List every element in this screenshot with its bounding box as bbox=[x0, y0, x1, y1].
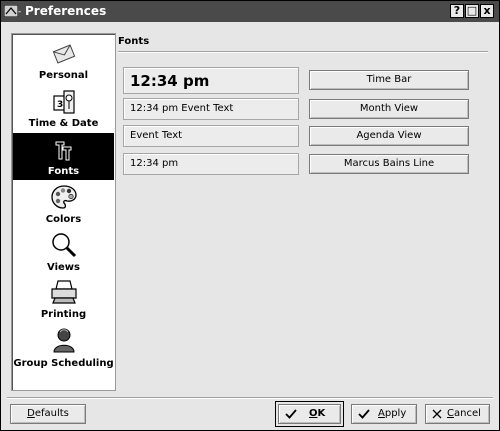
palette-icon bbox=[50, 185, 77, 209]
defaults-mnemonic: D bbox=[27, 408, 35, 419]
sidebar-item-colors[interactable]: Colors bbox=[13, 181, 114, 227]
sidebar-item-label: Views bbox=[47, 262, 80, 273]
close-button[interactable]: x bbox=[480, 4, 494, 18]
section-divider bbox=[118, 51, 488, 53]
sidebar-item-label: Printing bbox=[40, 309, 87, 320]
maximize-button[interactable]: □ bbox=[465, 4, 479, 18]
marcus-bains-line-font-button[interactable]: Marcus Bains Line bbox=[309, 154, 469, 174]
preview-text: Event Text bbox=[130, 130, 183, 141]
ok-mnemonic: O bbox=[309, 408, 318, 419]
time-bar-font-button[interactable]: Time Bar bbox=[309, 70, 469, 90]
time-bar-font-preview: 12:34 pm bbox=[123, 67, 299, 94]
ok-button[interactable]: OK bbox=[278, 404, 341, 424]
apply-label: Apply bbox=[378, 405, 406, 423]
sidebar-item-label: Time & Date bbox=[28, 118, 99, 129]
preview-text: 12:34 pm bbox=[130, 72, 210, 90]
sidebar-item-printing[interactable]: Printing bbox=[13, 276, 114, 322]
sidebar-item-personal[interactable]: Personal bbox=[13, 37, 114, 84]
title-bar[interactable]: - Preferences ? □ x bbox=[1, 1, 499, 22]
help-button[interactable]: ? bbox=[450, 4, 464, 18]
defaults-button[interactable]: Defaults bbox=[10, 404, 86, 424]
envelope-icon bbox=[52, 44, 75, 64]
marcus-bains-font-preview: 12:34 pm bbox=[123, 153, 299, 175]
sidebar-item-fonts[interactable]: Fonts bbox=[13, 133, 114, 180]
person-icon bbox=[52, 328, 75, 353]
apply-label-rest: pply bbox=[384, 408, 407, 419]
sidebar-item-label: Fonts bbox=[47, 166, 80, 177]
svg-text:3: 3 bbox=[57, 100, 63, 110]
defaults-label: efaults bbox=[34, 408, 69, 419]
apply-mnemonic: A bbox=[378, 408, 385, 419]
category-sidebar: Personal 3 Time & Date Fonts Colors View… bbox=[11, 33, 116, 391]
checkmark-icon bbox=[358, 409, 370, 419]
ok-label-rest: K bbox=[317, 408, 326, 419]
apply-button[interactable]: Apply bbox=[351, 404, 417, 424]
cancel-label: Cancel bbox=[447, 405, 481, 423]
sidebar-item-label: Colors bbox=[45, 214, 82, 225]
sidebar-item-label: Personal bbox=[38, 70, 89, 81]
sidebar-item-label: Group Scheduling bbox=[13, 358, 114, 369]
section-title: Fonts bbox=[118, 36, 150, 47]
ok-label: OK bbox=[309, 405, 325, 423]
cancel-button[interactable]: Cancel bbox=[425, 404, 490, 424]
magnifier-icon bbox=[51, 233, 76, 258]
title-dash: - bbox=[18, 7, 22, 17]
fonts-panel: Fonts 12:34 pm Time Bar 12:34 pm Event T… bbox=[117, 33, 490, 389]
month-view-font-preview: 12:34 pm Event Text bbox=[123, 98, 299, 120]
preview-text: 12:34 pm Event Text bbox=[130, 103, 234, 114]
sidebar-item-views[interactable]: Views bbox=[13, 229, 114, 275]
fonts-icon bbox=[55, 141, 71, 161]
agenda-view-font-button[interactable]: Agenda View bbox=[309, 126, 469, 146]
sidebar-item-group-scheduling[interactable]: Group Scheduling bbox=[13, 324, 114, 372]
cancel-mnemonic: C bbox=[447, 408, 454, 419]
calendar-clock-icon: 3 bbox=[52, 90, 75, 114]
sidebar-item-time-date[interactable]: 3 Time & Date bbox=[13, 85, 114, 133]
window-title: Preferences bbox=[25, 4, 107, 18]
cancel-label-rest: ancel bbox=[453, 408, 481, 419]
checkmark-icon bbox=[285, 409, 297, 419]
app-icon bbox=[4, 5, 18, 17]
preview-text: 12:34 pm bbox=[130, 158, 179, 169]
month-view-font-button[interactable]: Month View bbox=[309, 99, 469, 119]
x-icon bbox=[432, 409, 442, 419]
printer-icon bbox=[50, 280, 77, 304]
preferences-window: - Preferences ? □ x Personal 3 Time & Da… bbox=[0, 0, 500, 431]
footer-divider bbox=[7, 397, 493, 399]
agenda-view-font-preview: Event Text bbox=[123, 125, 299, 147]
